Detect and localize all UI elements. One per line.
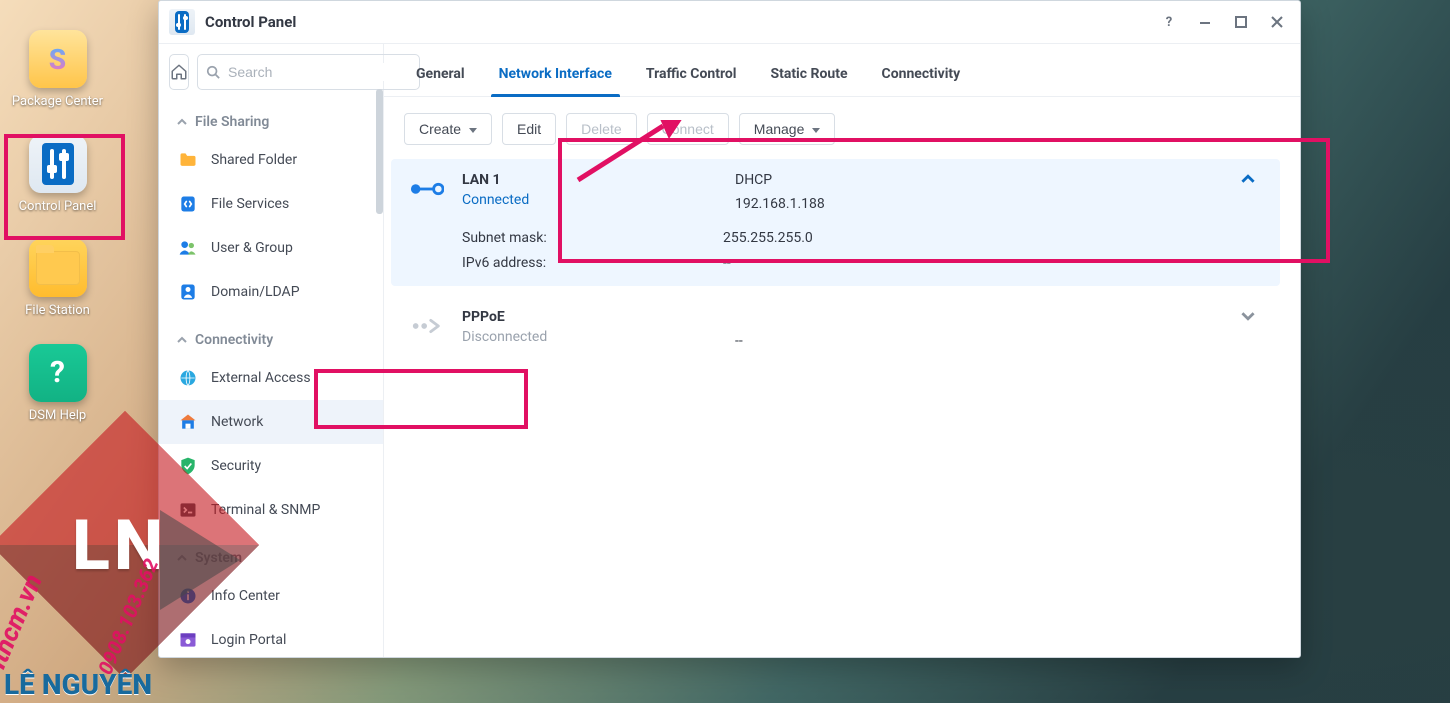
desktop-icon-label: Package Center (12, 94, 103, 110)
maximize-button[interactable] (1228, 9, 1254, 35)
interface-ip: 192.168.1.188 (735, 196, 1217, 212)
caret-down-icon (812, 121, 820, 137)
interface-details: Subnet mask: 255.255.255.0 IPv6 address:… (392, 224, 1279, 285)
edit-button[interactable]: Edit (502, 113, 556, 145)
detail-key: IPv6 address: (462, 255, 723, 271)
tab-static-route[interactable]: Static Route (768, 58, 849, 96)
interface-status: Connected (462, 192, 717, 208)
detail-value: -- (723, 255, 731, 271)
sidebar-item-label: Shared Folder (211, 152, 297, 168)
chevron-up-icon (177, 335, 187, 345)
chevron-down-icon (1241, 309, 1255, 323)
sidebar-item-network[interactable]: Network (159, 400, 383, 444)
sidebar-scrollbar[interactable] (376, 89, 383, 657)
desktop-icon-label: DSM Help (29, 408, 86, 424)
interface-type: DHCP (735, 172, 1217, 188)
detail-key: Subnet mask: (462, 230, 723, 246)
minimize-button[interactable] (1192, 9, 1218, 35)
interface-lan1[interactable]: LAN 1 Connected DHCP 192.168.1.188 Subne… (391, 159, 1280, 286)
interface-status: Disconnected (462, 329, 717, 345)
chevron-up-icon (1241, 172, 1255, 186)
home-icon (170, 63, 188, 81)
external-access-icon (177, 367, 199, 389)
sidebar-item-user-group[interactable]: User & Group (159, 226, 383, 270)
package-center-icon (29, 30, 87, 88)
sidebar-item-label: User & Group (211, 240, 293, 256)
watermark-brand: LÊ NGUYÊN (4, 668, 152, 701)
caret-down-icon (469, 121, 477, 137)
sidebar-item-label: Network (211, 414, 263, 430)
domain-icon (177, 281, 199, 303)
expand-button[interactable] (1235, 309, 1261, 327)
chevron-up-icon (177, 117, 187, 127)
collapse-button[interactable] (1235, 172, 1261, 190)
sidebar-item-external-access[interactable]: External Access (159, 356, 383, 400)
interface-pppoe[interactable]: PPPoE Disconnected -- (391, 296, 1280, 362)
titlebar: Control Panel ? (159, 1, 1300, 44)
sidebar-item-label: Security (211, 458, 261, 474)
search-field[interactable] (197, 54, 420, 90)
sidebar-item-login-portal[interactable]: Login Portal (159, 618, 383, 657)
main-panel: General Network Interface Traffic Contro… (384, 44, 1300, 657)
section-title: File Sharing (195, 114, 269, 130)
tab-traffic-control[interactable]: Traffic Control (644, 58, 739, 96)
file-station-icon (29, 239, 87, 297)
connect-button[interactable]: Connect (647, 113, 729, 145)
desktop-icon-label: File Station (25, 303, 90, 319)
login-portal-icon (177, 629, 199, 651)
interface-name: LAN 1 (462, 172, 717, 188)
app-icon (169, 9, 195, 35)
control-panel-icon (29, 135, 87, 193)
tab-network-interface[interactable]: Network Interface (497, 58, 614, 96)
section-toggle-file-sharing[interactable]: File Sharing (159, 106, 383, 138)
control-panel-window: Control Panel ? File Sharing (158, 0, 1301, 658)
desktop-icon-label: Control Panel (19, 199, 97, 215)
tabs: General Network Interface Traffic Contro… (384, 44, 1300, 97)
sidebar-item-shared-folder[interactable]: Shared Folder (159, 138, 383, 182)
users-icon (177, 237, 199, 259)
close-button[interactable] (1264, 9, 1290, 35)
search-icon (206, 65, 220, 79)
watermark-play-icon (160, 510, 240, 610)
lan-icon (410, 172, 444, 206)
help-button[interactable]: ? (1156, 9, 1182, 35)
window-title: Control Panel (205, 13, 296, 31)
help-icon: ? (29, 344, 87, 402)
delete-button[interactable]: Delete (566, 113, 636, 145)
create-button[interactable]: Create (404, 113, 492, 145)
desktop-icon-control-panel[interactable]: Control Panel (8, 135, 108, 215)
toolbar: Create Edit Delete Connect Manage (384, 97, 1300, 159)
desktop-icon-package-center[interactable]: Package Center (8, 30, 108, 110)
section-title: Connectivity (195, 332, 273, 348)
svg-text:?: ? (1166, 15, 1172, 30)
manage-button[interactable]: Manage (739, 113, 836, 145)
network-icon (177, 411, 199, 433)
search-input[interactable] (226, 63, 411, 81)
file-services-icon (177, 193, 199, 215)
pppoe-icon (410, 309, 444, 343)
desktop-icon-dsm-help[interactable]: ? DSM Help (8, 344, 108, 424)
tab-general[interactable]: General (414, 58, 467, 96)
folder-icon (177, 149, 199, 171)
section-toggle-connectivity[interactable]: Connectivity (159, 324, 383, 356)
tab-connectivity[interactable]: Connectivity (880, 58, 963, 96)
sidebar-item-label: External Access (211, 370, 311, 386)
desktop-icon-file-station[interactable]: File Station (8, 239, 108, 319)
detail-value: 255.255.255.0 (723, 230, 813, 246)
sidebar-item-domain-ldap[interactable]: Domain/LDAP (159, 270, 383, 314)
sidebar-item-label: File Services (211, 196, 289, 212)
home-button[interactable] (169, 54, 189, 90)
interface-value: -- (735, 333, 1217, 349)
sidebar-item-label: Domain/LDAP (211, 284, 300, 300)
sidebar-item-file-services[interactable]: File Services (159, 182, 383, 226)
sidebar-item-label: Login Portal (211, 632, 286, 648)
interface-name: PPPoE (462, 309, 717, 325)
